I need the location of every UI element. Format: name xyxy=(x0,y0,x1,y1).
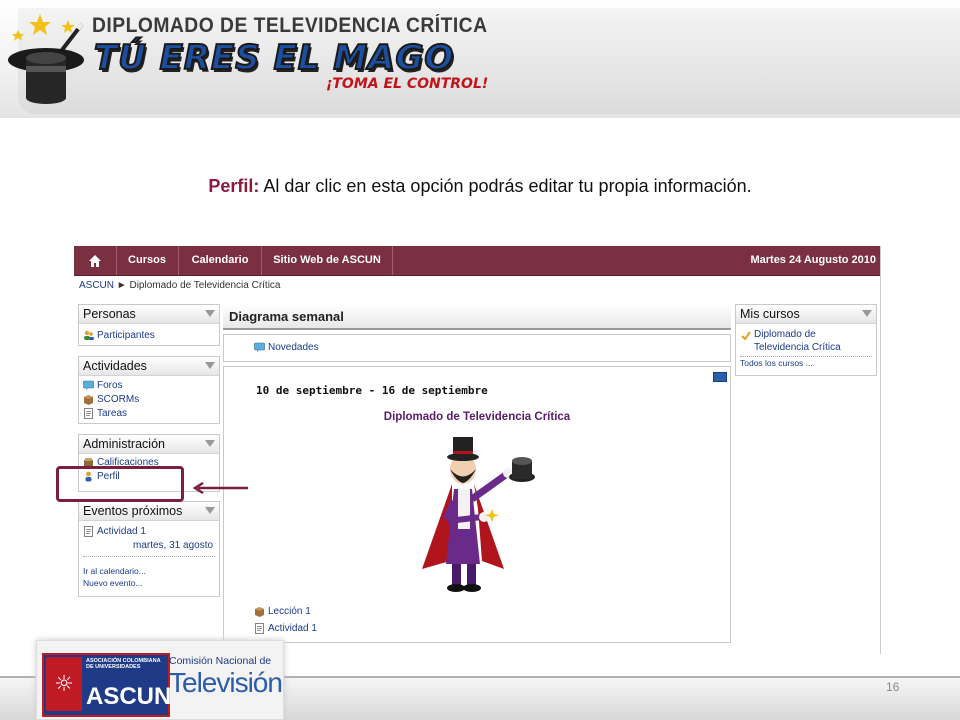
assignment-icon xyxy=(84,526,93,537)
nav-sitio-web[interactable]: Sitio Web de ASCUN xyxy=(262,246,393,275)
link-label: SCORMs xyxy=(97,394,140,405)
nav-calendario[interactable]: Calendario xyxy=(179,246,262,275)
banner-subslogan: ¡TOMA EL CONTROL! xyxy=(326,76,489,92)
forum-icon xyxy=(254,342,265,353)
ascun-name: ASCUN xyxy=(86,683,172,710)
home-button[interactable] xyxy=(74,246,117,275)
users-icon xyxy=(84,330,94,340)
link-todos-cursos[interactable]: Todos los cursos ... xyxy=(740,358,813,368)
event-date-text: martes, 31 agosto xyxy=(133,540,214,551)
link-label: Nuevo evento... xyxy=(83,578,143,588)
collapse-arrow-icon[interactable] xyxy=(862,310,872,317)
slide-header-banner: DIPLOMADO DE TELEVIDENCIA CRÍTICA TÚ ERE… xyxy=(0,0,960,118)
link-ir-calendario[interactable]: Ir al calendario... xyxy=(83,566,146,576)
collapse-arrow-icon[interactable] xyxy=(205,310,215,317)
magic-hat-icon xyxy=(8,14,84,104)
link-tareas[interactable]: Tareas xyxy=(83,408,127,419)
weekly-outline-header: Diagrama semanal xyxy=(223,304,731,330)
block-header: Administración xyxy=(79,435,219,454)
link-novedades[interactable]: Novedades xyxy=(254,342,319,353)
breadcrumb-separator: ► xyxy=(116,280,127,291)
weekly-outline-title: Diagrama semanal xyxy=(229,309,344,324)
link-leccion[interactable]: Lección 1 xyxy=(254,606,311,617)
divider xyxy=(83,556,215,557)
nav-cursos[interactable]: Cursos xyxy=(116,246,179,275)
show-only-this-week-icon[interactable] xyxy=(713,372,727,382)
block-title: Mis cursos xyxy=(740,307,800,321)
collapse-arrow-icon[interactable] xyxy=(205,362,215,369)
ascun-logo: ☼ ASOCIACIÓN COLOMBIANA DE UNIVERSIDADES… xyxy=(42,653,172,717)
ascun-emblem-icon: ☼ xyxy=(46,657,82,711)
block-eventos-proximos: Eventos próximos Actividad 1 martes, 31 … xyxy=(78,501,220,597)
course-line-2: Televidencia Crítica xyxy=(754,342,841,353)
block-header: Personas xyxy=(79,305,219,324)
assignment-icon xyxy=(84,408,93,419)
assignment-icon xyxy=(255,623,264,634)
news-section: Novedades xyxy=(223,334,731,362)
block-title: Personas xyxy=(83,307,136,321)
event-name: Actividad 1 xyxy=(97,526,146,537)
caption-keyword: Perfil: xyxy=(208,176,260,196)
breadcrumb: ASCUN ► Diplomado de Televidencia Crític… xyxy=(79,280,281,291)
block-title: Actividades xyxy=(83,359,147,373)
block-mis-cursos: Mis cursos Diplomado de Televidencia Crí… xyxy=(735,304,877,376)
block-header: Eventos próximos xyxy=(79,502,219,521)
package-icon xyxy=(255,607,264,617)
link-label: Ir al calendario... xyxy=(83,566,146,576)
collapse-arrow-icon[interactable] xyxy=(205,440,215,447)
link-label: Participantes xyxy=(97,330,155,341)
week-range: 10 de septiembre - 16 de septiembre xyxy=(256,384,488,397)
link-label: Actividad 1 xyxy=(268,623,317,634)
link-evento-actividad[interactable]: Actividad 1 xyxy=(83,526,146,537)
slide-caption: Perfil: Al dar clic en esta opción podrá… xyxy=(0,176,960,197)
link-nuevo-evento[interactable]: Nuevo evento... xyxy=(83,578,143,588)
course-title-link[interactable]: Diplomado de Televidencia Crítica xyxy=(223,411,731,423)
forum-icon xyxy=(83,380,94,391)
cntv-title: Comisión Nacional de xyxy=(169,655,272,667)
block-title: Eventos próximos xyxy=(83,504,183,518)
course-line-1: Diplomado de xyxy=(754,329,816,340)
page-number: 16 xyxy=(886,680,900,694)
link-participantes[interactable]: Participantes xyxy=(83,330,155,341)
home-icon xyxy=(89,254,101,267)
link-label: Lección 1 xyxy=(268,606,311,617)
link-foros[interactable]: Foros xyxy=(83,380,123,391)
link-actividad[interactable]: Actividad 1 xyxy=(254,623,317,634)
banner-program-title: DIPLOMADO DE TELEVIDENCIA CRÍTICA xyxy=(92,14,488,37)
ascun-association: ASOCIACIÓN COLOMBIANA DE UNIVERSIDADES xyxy=(86,658,161,670)
collapse-arrow-icon[interactable] xyxy=(205,507,215,514)
link-course[interactable]: Diplomado de xyxy=(754,329,816,340)
event-date[interactable]: martes, 31 agosto xyxy=(133,540,213,551)
block-personas: Personas Participantes xyxy=(78,304,220,346)
magician-illustration xyxy=(422,437,535,592)
package-icon xyxy=(84,395,93,405)
pointer-arrow-icon xyxy=(192,482,248,494)
link-label: Foros xyxy=(97,380,123,391)
block-header: Actividades xyxy=(79,357,219,376)
block-actividades: Actividades Foros SCORMs Tareas xyxy=(78,356,220,424)
block-title: Administración xyxy=(83,437,165,451)
link-label: Tareas xyxy=(97,408,128,419)
block-header: Mis cursos xyxy=(736,305,876,324)
nav-date: Martes 24 Augusto 2010 xyxy=(750,254,876,266)
check-icon xyxy=(741,331,751,341)
breadcrumb-root[interactable]: ASCUN xyxy=(79,280,114,291)
top-navbar: Cursos Calendario Sitio Web de ASCUN Mar… xyxy=(74,246,880,276)
breadcrumb-current: Diplomado de Televidencia Crítica xyxy=(129,280,281,291)
perfil-highlight-box xyxy=(56,466,184,502)
divider xyxy=(740,356,872,357)
sponsor-logos: ☼ ASOCIACIÓN COLOMBIANA DE UNIVERSIDADES… xyxy=(36,640,284,720)
banner-slogan: TÚ ERES EL MAGO xyxy=(93,37,455,79)
link-scorms[interactable]: SCORMs xyxy=(83,394,139,405)
cntv-logo-text: Televisión xyxy=(169,667,283,698)
caption-text: Al dar clic en esta opción podrás editar… xyxy=(259,176,752,196)
link-label: Novedades xyxy=(268,342,319,353)
link-course-cont[interactable]: Televidencia Crítica xyxy=(754,342,841,353)
moodle-screenshot: Cursos Calendario Sitio Web de ASCUN Mar… xyxy=(74,246,881,654)
link-label: Todos los cursos ... xyxy=(740,358,813,368)
